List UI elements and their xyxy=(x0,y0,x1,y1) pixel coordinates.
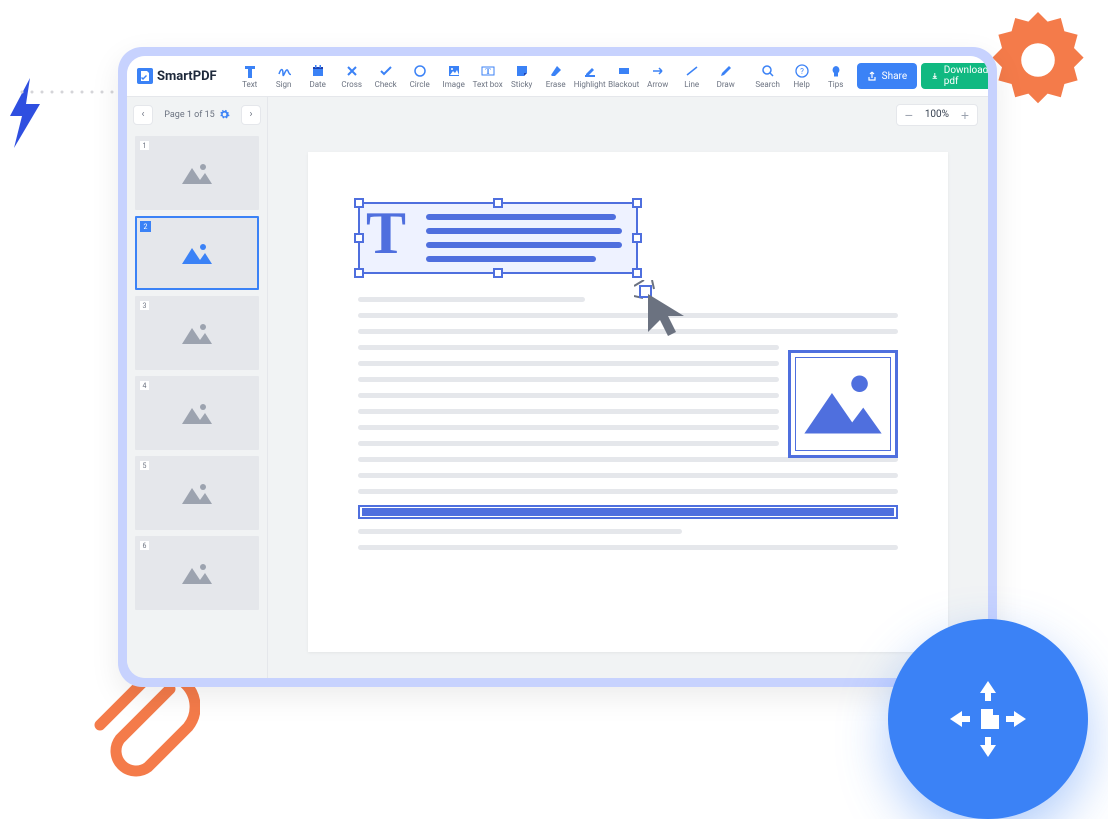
page-settings-icon[interactable] xyxy=(219,109,230,120)
tool-image[interactable]: Image xyxy=(437,57,471,95)
canvas[interactable]: T xyxy=(268,132,988,678)
download-icon xyxy=(931,71,939,81)
tool-cross[interactable]: Cross xyxy=(335,57,369,95)
zoom-value: 100% xyxy=(921,109,953,120)
decor-compress-badge xyxy=(888,619,1088,819)
sticky-icon xyxy=(515,64,529,78)
circle-icon xyxy=(413,64,427,78)
draw-icon xyxy=(719,64,733,78)
page-thumbnail-4[interactable]: 4 xyxy=(135,376,259,450)
page-thumbnail-5[interactable]: 5 xyxy=(135,456,259,530)
page-thumbnail-1[interactable]: 1 xyxy=(135,136,259,210)
tool-erase[interactable]: Erase xyxy=(539,57,573,95)
sign-icon xyxy=(277,64,291,78)
share-icon xyxy=(867,71,877,81)
editor-main: − 100% + T xyxy=(268,97,988,678)
resize-handle-bl[interactable] xyxy=(354,268,364,278)
erase-icon xyxy=(549,64,563,78)
resize-handle-tm[interactable] xyxy=(493,198,503,208)
resize-handle-br[interactable] xyxy=(632,268,642,278)
highlight-icon xyxy=(583,64,597,78)
zoom-control: − 100% + xyxy=(896,104,978,126)
document-page[interactable]: T xyxy=(308,152,948,652)
tool-help[interactable]: ?Help xyxy=(785,57,819,95)
tool-highlight[interactable]: Highlight xyxy=(573,57,607,95)
tool-blackout[interactable]: Blackout xyxy=(607,57,641,95)
cross-icon xyxy=(345,64,359,78)
tool-tips[interactable]: Tips xyxy=(819,57,853,95)
text-icon xyxy=(243,64,257,78)
resize-handle-bm[interactable] xyxy=(493,268,503,278)
next-page-button[interactable]: › xyxy=(241,105,261,125)
app-window: SmartPDF TextSignDateCrossCheckCircleIma… xyxy=(118,47,997,687)
line-icon xyxy=(685,64,699,78)
tool-arrow[interactable]: Arrow xyxy=(641,57,675,95)
tool-check[interactable]: Check xyxy=(369,57,403,95)
blackout-icon xyxy=(617,64,631,78)
tool-sticky[interactable]: Sticky xyxy=(505,57,539,95)
selected-text-box[interactable]: T xyxy=(358,202,638,274)
tips-icon xyxy=(829,64,843,78)
toolbar: SmartPDF TextSignDateCrossCheckCircleIma… xyxy=(127,56,988,97)
page-thumbnail-6[interactable]: 6 xyxy=(135,536,259,610)
tool-circle[interactable]: Circle xyxy=(403,57,437,95)
tool-line[interactable]: Line xyxy=(675,57,709,95)
selected-image-box[interactable] xyxy=(788,350,898,458)
image-icon xyxy=(447,64,461,78)
tool-text[interactable]: Text xyxy=(233,57,267,95)
resize-handle-ml[interactable] xyxy=(354,233,364,243)
tool-textbox[interactable]: TText box xyxy=(471,57,505,95)
page-thumbnail-3[interactable]: 3 xyxy=(135,296,259,370)
zoom-in-button[interactable]: + xyxy=(953,105,977,125)
page-indicator: Page 1 of 15 xyxy=(164,109,229,120)
prev-page-button[interactable]: ‹ xyxy=(133,105,153,125)
page-thumbnail-2[interactable]: 2 xyxy=(135,216,259,290)
svg-text:T: T xyxy=(485,67,491,76)
svg-text:?: ? xyxy=(800,67,804,76)
tool-draw[interactable]: Draw xyxy=(709,57,743,95)
download-button[interactable]: Download pdf xyxy=(921,63,988,89)
page-sidebar: ‹ Page 1 of 15 › 123456 xyxy=(127,97,268,678)
textbox-icon: T xyxy=(481,64,495,78)
tool-sign[interactable]: Sign xyxy=(267,57,301,95)
tool-date[interactable]: Date xyxy=(301,57,335,95)
zoom-out-button[interactable]: − xyxy=(897,105,921,125)
brand-logo: SmartPDF xyxy=(135,68,225,84)
resize-handle-tl[interactable] xyxy=(354,198,364,208)
arrow-icon xyxy=(651,64,665,78)
highlight-annotation[interactable] xyxy=(358,505,898,519)
share-button[interactable]: Share xyxy=(857,63,917,89)
tool-search[interactable]: Search xyxy=(751,57,785,95)
help-icon: ? xyxy=(795,64,809,78)
text-tool-glyph: T xyxy=(366,199,406,268)
date-icon xyxy=(311,64,325,78)
search-icon xyxy=(761,64,775,78)
resize-handle-tr[interactable] xyxy=(632,198,642,208)
resize-handle-mr[interactable] xyxy=(632,233,642,243)
check-icon xyxy=(379,64,393,78)
